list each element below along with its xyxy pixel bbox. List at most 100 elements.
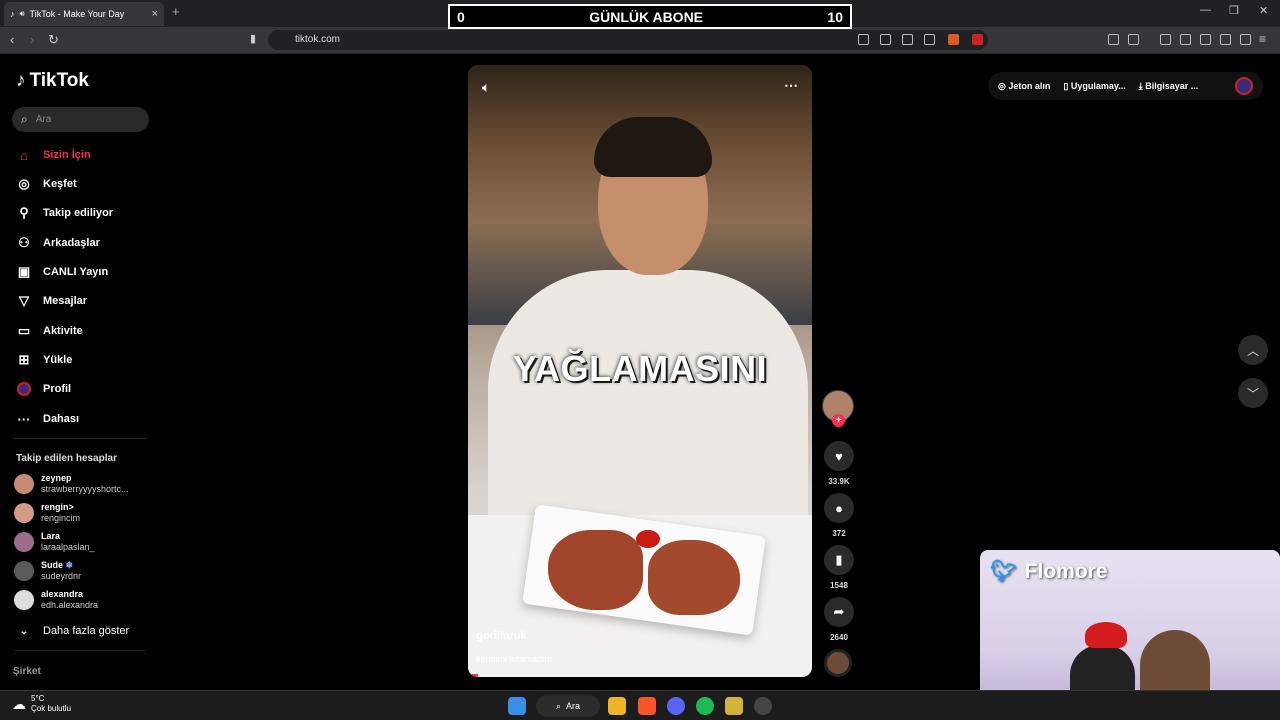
nav-label: Aktivite: [43, 325, 83, 337]
obs-icon[interactable]: [754, 697, 772, 715]
nav-item-following[interactable]: ⚲ Takip ediliyor: [16, 205, 113, 221]
following-account[interactable]: zeynep strawberryyyyshortc...: [14, 473, 129, 495]
snowflake-badge-icon: ❄: [65, 560, 74, 570]
extensions-icon[interactable]: [1108, 34, 1119, 45]
windows-start-icon[interactable]: [508, 697, 526, 715]
discord-icon[interactable]: [667, 697, 685, 715]
video-caption: YAĞLAMASINI: [512, 348, 768, 389]
upload-icon: ⊞: [18, 352, 30, 367]
tiktok-logo[interactable]: ♪ TikTok: [16, 70, 89, 92]
following-account[interactable]: rengin> rengincim: [14, 502, 80, 524]
brave-browser-icon[interactable]: [638, 697, 656, 715]
cast-icon[interactable]: [880, 34, 891, 45]
maximize-button[interactable]: ❐: [1229, 4, 1239, 17]
video-player[interactable]: YAĞLAMASINI 🔈︎ ⋯ gorilfaruk kendimi tuta…: [468, 65, 812, 677]
account-name: alexandra: [41, 589, 84, 599]
wallet-icon[interactable]: [1200, 34, 1211, 45]
following-icon: ⚲: [19, 205, 29, 220]
share-action[interactable]: ➦ 2640: [824, 597, 854, 642]
browser-tab[interactable]: ♪ 🔊︎ TikTok - Make Your Day ×: [4, 2, 164, 26]
nav-label: Yükle: [43, 354, 73, 366]
app-icon[interactable]: [725, 697, 743, 715]
bookmark-icon[interactable]: ▮: [250, 32, 256, 45]
show-more-button[interactable]: ⌄ Daha fazla göster: [16, 623, 129, 639]
leo-ai-icon[interactable]: [1220, 34, 1231, 45]
brave-rewards-icon[interactable]: [972, 34, 983, 45]
save-count: 1548: [830, 581, 848, 590]
video-sauce: [636, 530, 660, 548]
like-action[interactable]: ♥ 33.9K: [824, 441, 854, 486]
vpn-icon[interactable]: [1240, 34, 1251, 45]
heart-icon[interactable]: ♥: [824, 441, 854, 471]
nav-item-more[interactable]: ··· Dahası: [16, 411, 80, 427]
follow-plus-button[interactable]: +: [832, 414, 845, 427]
back-button[interactable]: ‹: [10, 32, 14, 47]
previous-video-button[interactable]: ︿: [1238, 335, 1268, 365]
new-tab-button[interactable]: +: [172, 4, 180, 19]
forward-button[interactable]: ›: [30, 32, 34, 47]
bookmark-icon[interactable]: ▮: [824, 545, 854, 575]
profile-avatar[interactable]: [1235, 77, 1253, 95]
account-name: Lara: [41, 531, 61, 541]
tiktok-logo-icon: ♪: [16, 70, 26, 91]
account-handle: laraalpaslan_: [41, 542, 95, 552]
nav-item-for-you[interactable]: ⌂ Sizin İçin: [16, 147, 91, 163]
tab-title: TikTok - Make Your Day: [29, 9, 125, 19]
nav-label: Dahası: [43, 413, 80, 425]
following-account[interactable]: Sude ❄ sudeyrdnr: [14, 560, 81, 582]
share-arrow-icon[interactable]: ➦: [824, 597, 854, 627]
tab-close-icon[interactable]: ×: [152, 8, 158, 20]
tab-audio-icon[interactable]: 🔊︎: [20, 9, 25, 19]
search-input[interactable]: ⌕ Ara: [12, 107, 149, 132]
more-options-icon[interactable]: ⋯: [784, 77, 798, 94]
file-explorer-icon[interactable]: [608, 697, 626, 715]
brave-shield-icon[interactable]: [948, 34, 959, 45]
minimize-button[interactable]: —: [1200, 4, 1211, 16]
save-action[interactable]: ▮ 1548: [824, 545, 854, 590]
get-app-link[interactable]: ▯ Uygulamay...: [1063, 81, 1125, 92]
volume-icon[interactable]: 🔈︎: [482, 79, 490, 96]
desktop-app-link[interactable]: ⤓ Bilgisayar ...: [1139, 81, 1199, 92]
nav-item-profile[interactable]: Profil: [16, 381, 71, 397]
music-disc-icon[interactable]: [824, 649, 852, 677]
comment-count: 372: [832, 529, 846, 538]
video-author[interactable]: gorilfaruk: [476, 630, 527, 642]
activity-icon: ▭: [17, 323, 31, 338]
next-video-button[interactable]: ﹀: [1238, 378, 1268, 408]
screenshot-icon[interactable]: [1128, 34, 1139, 45]
nav-label: Keşfet: [43, 178, 77, 190]
nav-item-upload[interactable]: ⊞ Yükle: [16, 352, 73, 368]
profile-icon: [16, 381, 32, 397]
nav-label: Sizin İçin: [43, 149, 91, 161]
nav-label: Arkadaşlar: [43, 237, 100, 249]
close-window-button[interactable]: ✕: [1259, 4, 1268, 17]
nav-item-friends[interactable]: ⚇ Arkadaşlar: [16, 235, 100, 251]
video-description: kendimi tutamadım: [476, 654, 553, 664]
get-coins-link[interactable]: ◎ Jeton alın: [998, 81, 1050, 92]
following-account[interactable]: Lara laraalpaslan_: [14, 531, 95, 553]
weather-widget[interactable]: ☁ 5°C Çok bulutlu: [12, 694, 71, 714]
no-tracking-icon[interactable]: [858, 34, 869, 45]
comment-action[interactable]: ● 372: [824, 493, 854, 538]
cloud-icon: ☁: [12, 696, 26, 712]
nav-item-activity[interactable]: ▭ Aktivite: [16, 323, 83, 339]
video-progress-bar[interactable]: [468, 674, 812, 677]
taskbar-search[interactable]: ⌕ Ara: [536, 695, 600, 717]
spotify-icon[interactable]: [696, 697, 714, 715]
url-text: tiktok.com: [295, 34, 341, 45]
nav-item-explore[interactable]: ◎ Keşfet: [16, 176, 77, 192]
video-person-hair: [594, 117, 712, 177]
nav-item-live[interactable]: ▣ CANLI Yayın: [16, 264, 108, 280]
tiktok-favicon-icon: ♪: [10, 9, 15, 19]
comment-icon[interactable]: ●: [824, 493, 854, 523]
sidebar-toggle-icon[interactable]: [1180, 34, 1191, 45]
translate-icon[interactable]: [902, 34, 913, 45]
media-icon[interactable]: [1160, 34, 1171, 45]
taskbar-search-label: Ara: [566, 701, 581, 711]
company-link[interactable]: Şirket: [13, 666, 41, 677]
menu-icon[interactable]: ≡: [1259, 32, 1266, 46]
share-icon[interactable]: [924, 34, 935, 45]
nav-item-messages[interactable]: ▽ Mesajlar: [16, 293, 87, 309]
reload-button[interactable]: ↻: [48, 32, 59, 48]
following-account[interactable]: alexandra edh.alexandra: [14, 589, 98, 611]
